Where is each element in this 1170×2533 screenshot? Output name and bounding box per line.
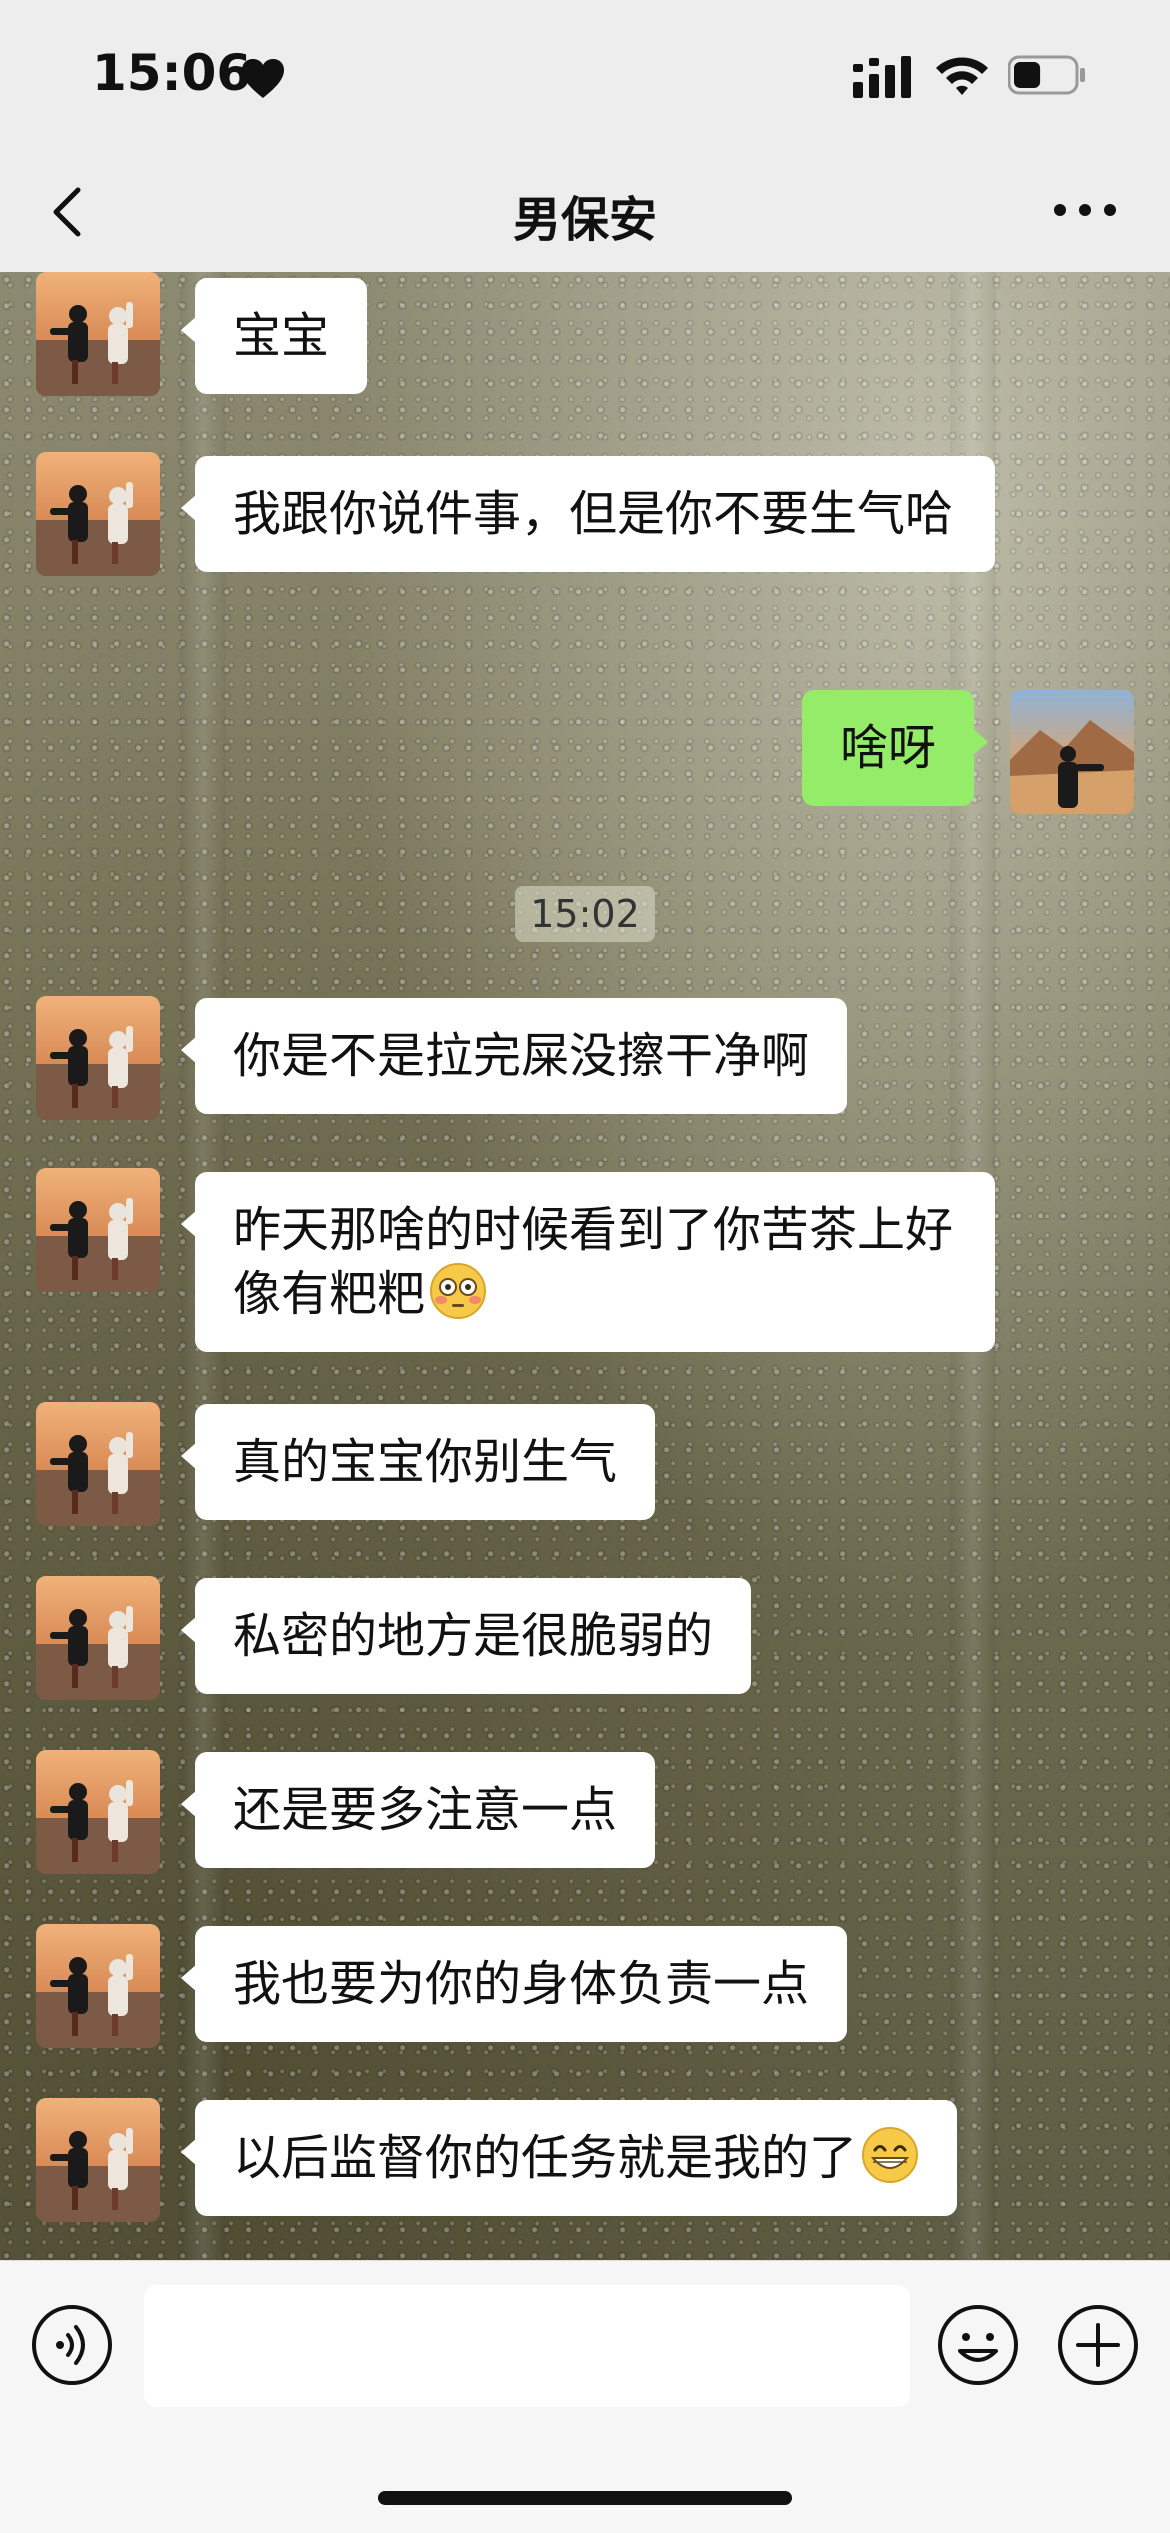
friend-avatar[interactable] bbox=[36, 1750, 160, 1874]
message-text: 我也要为你的身体负责一点 bbox=[233, 1956, 810, 2012]
message-text: 还是要多注意一点 bbox=[233, 1782, 618, 1838]
message-text: 以后监督你的任务就是我的了 bbox=[233, 2130, 858, 2186]
message-text: 私密的地方是很脆弱的 bbox=[233, 1608, 714, 1664]
flushed-face-emoji bbox=[430, 1263, 487, 1319]
message-bubble-incoming[interactable]: 我跟你说件事，但是你不要生气哈 bbox=[181, 456, 995, 572]
message-bubble-outgoing[interactable]: 啥呀 bbox=[801, 690, 989, 806]
message-bubble-incoming[interactable]: 你是不是拉完屎没擦干净啊 bbox=[180, 998, 848, 1114]
home-indicator bbox=[378, 2491, 792, 2505]
message-text: 你是不是拉完屎没擦干净啊 bbox=[233, 1028, 810, 1084]
input-bar bbox=[0, 2260, 1170, 2533]
my-avatar[interactable] bbox=[1010, 690, 1134, 814]
message-text: 啥呀 bbox=[839, 720, 936, 776]
friend-avatar[interactable] bbox=[36, 996, 160, 1120]
wifi-icon bbox=[936, 57, 988, 95]
message-text: 真的宝宝你别生气 bbox=[233, 1434, 618, 1490]
voice-icon[interactable] bbox=[30, 2303, 114, 2387]
message-input[interactable] bbox=[144, 2285, 910, 2407]
signal-icon bbox=[853, 56, 911, 98]
friend-avatar[interactable] bbox=[36, 1168, 160, 1292]
message-bubble-incoming[interactable]: 真的宝宝你别生气 bbox=[180, 1404, 656, 1520]
status-time: 15:06 bbox=[92, 44, 252, 102]
message-text: 昨天那啥的时候看到了你苦茶上好像有粑粑 bbox=[233, 1202, 954, 1322]
message-bubble-incoming[interactable]: 宝宝 bbox=[180, 278, 368, 394]
message-bubble-incoming[interactable]: 我也要为你的身体负责一点 bbox=[180, 1926, 848, 2042]
message-bubble-incoming[interactable]: 私密的地方是很脆弱的 bbox=[180, 1578, 752, 1694]
battery-icon bbox=[1008, 55, 1085, 95]
friend-avatar[interactable] bbox=[36, 2098, 160, 2222]
chat-area[interactable]: 宝宝 我跟你说件事，但是你不要生气哈 啥呀 15:02 你是不是拉完屎没擦干净啊… bbox=[0, 272, 1170, 2260]
grinning-face-emoji bbox=[862, 2127, 919, 2183]
heart-icon bbox=[242, 59, 284, 98]
message-text: 宝宝 bbox=[233, 308, 330, 364]
message-bubble-incoming[interactable]: 还是要多注意一点 bbox=[180, 1752, 656, 1868]
nav-bar: 男保安 bbox=[0, 150, 1170, 272]
chat-title: 男保安 bbox=[512, 192, 657, 248]
status-bar: 15:06 bbox=[0, 0, 1170, 150]
friend-avatar[interactable] bbox=[36, 1924, 160, 2048]
smile-icon[interactable] bbox=[936, 2303, 1020, 2387]
message-bubble-incoming[interactable]: 昨天那啥的时候看到了你苦茶上好像有粑粑 bbox=[181, 1172, 995, 1352]
time-stamp: 15:02 bbox=[515, 886, 655, 942]
message-text: 我跟你说件事，但是你不要生气哈 bbox=[233, 486, 954, 542]
friend-avatar[interactable] bbox=[36, 272, 160, 396]
friend-avatar[interactable] bbox=[36, 452, 160, 576]
message-bubble-incoming[interactable]: 以后监督你的任务就是我的了 bbox=[180, 2100, 958, 2216]
more-dots-icon[interactable] bbox=[1050, 180, 1120, 240]
friend-avatar[interactable] bbox=[36, 1576, 160, 1700]
friend-avatar[interactable] bbox=[36, 1402, 160, 1526]
plus-icon[interactable] bbox=[1056, 2303, 1140, 2387]
